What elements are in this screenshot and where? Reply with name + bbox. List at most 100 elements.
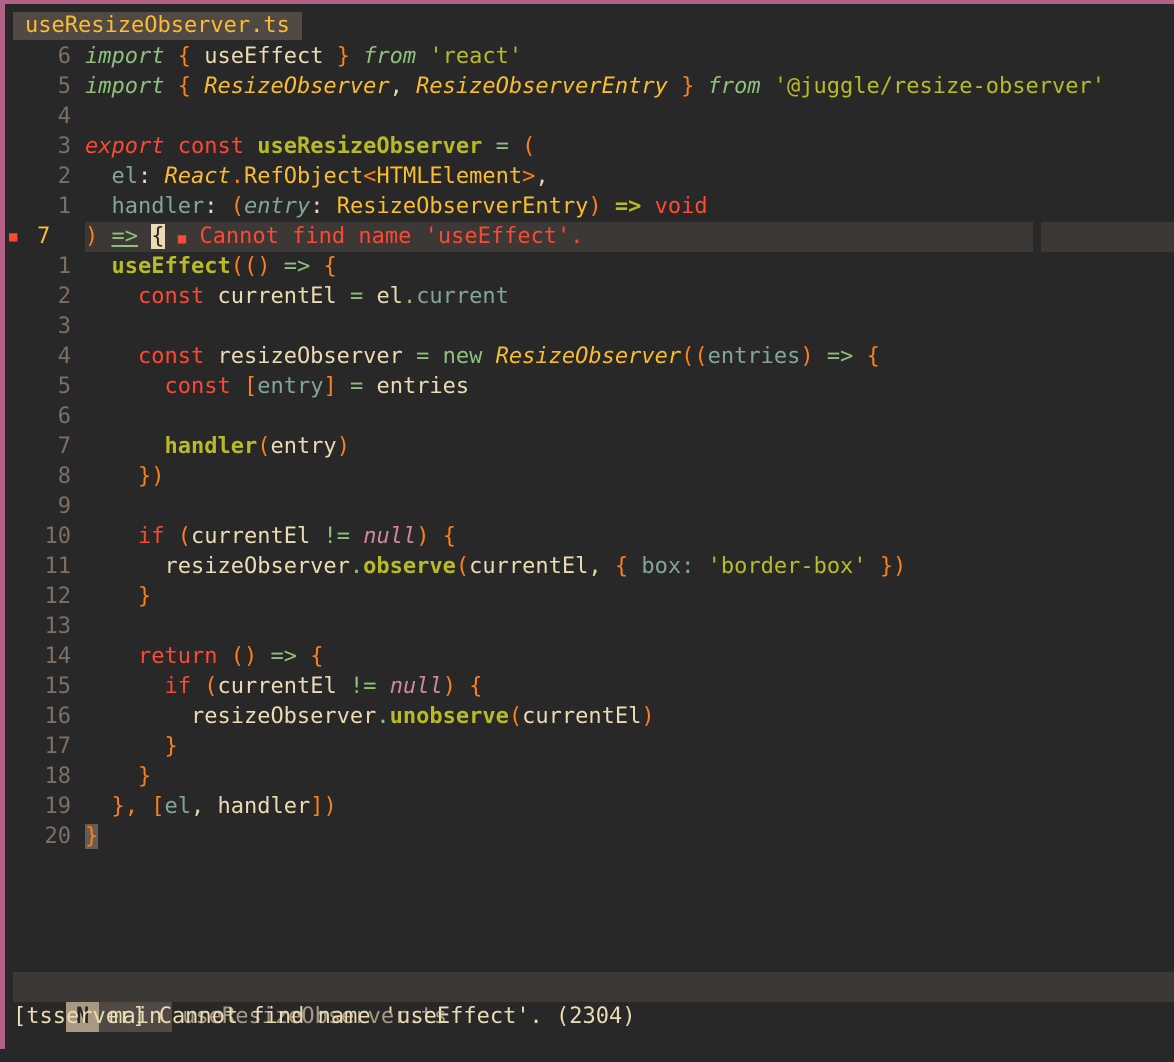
- code-line-current: ■ 7 ) => { ■ Cannot find name 'useEffect…: [5, 222, 1174, 252]
- punctuation: <: [363, 164, 377, 189]
- code-text: useEffect(() => {: [85, 252, 337, 282]
- code-line: 20 }: [5, 822, 1174, 852]
- keyword-void: void: [654, 194, 708, 219]
- method-call: unobserve: [389, 704, 509, 729]
- code-text: import { useEffect } from 'react': [85, 42, 522, 72]
- brace: },: [111, 794, 139, 819]
- line-number: 4: [57, 344, 71, 369]
- operator: =: [416, 344, 430, 369]
- code-text: const resizeObserver = new ResizeObserve…: [85, 342, 880, 372]
- punctuation: ,: [389, 74, 403, 99]
- punctuation: :: [138, 164, 152, 189]
- bracket: [: [151, 794, 165, 819]
- code-line: 16 resizeObserver.unobserve(currentEl): [5, 702, 1174, 732]
- tabline: useResizeObserver.ts: [13, 12, 302, 40]
- keyword-from: from: [363, 44, 417, 69]
- keyword-if: if: [164, 674, 191, 699]
- code-line: 8 }): [5, 462, 1174, 492]
- code-text: const [entry] = entries: [85, 372, 469, 402]
- brace: {: [323, 254, 337, 279]
- type-name: ResizeObserver: [190, 74, 390, 99]
- punctuation: :: [310, 194, 324, 219]
- bracket: ]: [323, 374, 337, 399]
- code-text: ) => { ■ Cannot find name 'useEffect'.: [85, 222, 584, 254]
- identifier: currentEl: [217, 674, 337, 699]
- keyword-import: import: [85, 44, 165, 69]
- paren: ): [800, 344, 814, 369]
- line-number: 7: [57, 434, 71, 459]
- cursorline-highlight: [1041, 222, 1174, 252]
- brace: {: [442, 524, 456, 549]
- line-number: 12: [44, 584, 72, 609]
- brace: {: [614, 554, 629, 579]
- code-line: 2 const currentEl = el.current: [5, 282, 1174, 312]
- tab-active-file[interactable]: useResizeObserver.ts: [13, 12, 302, 40]
- paren: (: [455, 554, 470, 579]
- paren: ): [442, 674, 456, 699]
- keyword-const: const: [137, 344, 205, 369]
- operator: =: [349, 374, 364, 399]
- line-number: 5: [57, 374, 71, 399]
- operator-arrow: =>: [826, 344, 854, 369]
- identifier: resizeObserver: [217, 344, 403, 369]
- brace: }: [137, 584, 152, 609]
- code-line: 3 export const useResizeObserver = (: [5, 132, 1174, 162]
- punctuation: .: [349, 554, 364, 579]
- paren: ((: [681, 344, 708, 369]
- line-number: 3: [57, 314, 71, 339]
- line-number: 18: [44, 764, 72, 789]
- brace: {: [866, 344, 880, 369]
- type-name: ResizeObserverEntry: [336, 194, 589, 219]
- punctuation: ,: [191, 794, 205, 819]
- brace: }: [681, 74, 695, 99]
- code-editor[interactable]: 6 import { useEffect } from 'react' 5 im…: [5, 42, 1174, 852]
- line-number: 10: [44, 524, 72, 549]
- line-number: 15: [44, 674, 72, 699]
- line-number: 1: [57, 254, 71, 279]
- parameter: entries: [707, 344, 801, 369]
- keyword-new: new: [442, 344, 483, 369]
- command-line[interactable]: [tsserver] Cannot find name 'useEffect'.…: [13, 1002, 636, 1032]
- class-name: ResizeObserver: [495, 344, 682, 369]
- parameter: entry: [243, 194, 311, 219]
- code-text: if (currentEl != null) {: [85, 522, 456, 552]
- code-text: }): [85, 462, 165, 492]
- punctuation: :: [204, 194, 218, 219]
- code-line: 10 if (currentEl != null) {: [5, 522, 1174, 552]
- type-name: React: [164, 164, 231, 189]
- line-number: 19: [44, 794, 72, 819]
- line-number: 6: [57, 404, 71, 429]
- statusline: Nmain useResizeObserver.ts: [13, 972, 1174, 1032]
- brace: }: [336, 44, 350, 69]
- line-number: 17: [44, 734, 72, 759]
- diagnostic-message: Cannot find name 'useEffect'.: [199, 224, 584, 249]
- brace: }): [879, 554, 907, 579]
- paren: ): [641, 704, 655, 729]
- line-number: 16: [44, 704, 72, 729]
- editor-window: useResizeObserver.ts 6 import { useEffec…: [0, 0, 1174, 1049]
- code-text: const currentEl = el.current: [85, 282, 509, 312]
- code-line: 11 resizeObserver.observe(currentEl, { b…: [5, 552, 1174, 582]
- operator: =: [349, 284, 364, 309]
- line-number: 9: [57, 494, 71, 519]
- code-line: 4: [5, 102, 1174, 132]
- line-number: 2: [57, 284, 71, 309]
- keyword-if: if: [137, 524, 165, 549]
- paren: (: [230, 194, 244, 219]
- line-number: 6: [57, 44, 71, 69]
- code-text: import { ResizeObserver, ResizeObserverE…: [85, 72, 1105, 102]
- line-number: 13: [44, 614, 72, 639]
- brace: {: [310, 644, 324, 669]
- property-key: box: [641, 554, 682, 579]
- property: current: [416, 284, 509, 309]
- paren: (: [508, 704, 523, 729]
- operator: !=: [349, 674, 377, 699]
- identifier: resizeObserver: [164, 554, 350, 579]
- line-number: 11: [44, 554, 72, 579]
- paren: (: [522, 134, 536, 159]
- code-line: 1 handler: (entry: ResizeObserverEntry) …: [5, 192, 1174, 222]
- string-literal: 'react': [429, 44, 523, 69]
- code-line: 17 }: [5, 732, 1174, 762]
- paren: (: [177, 524, 191, 549]
- diagnostic-sign-icon: ■: [177, 231, 187, 247]
